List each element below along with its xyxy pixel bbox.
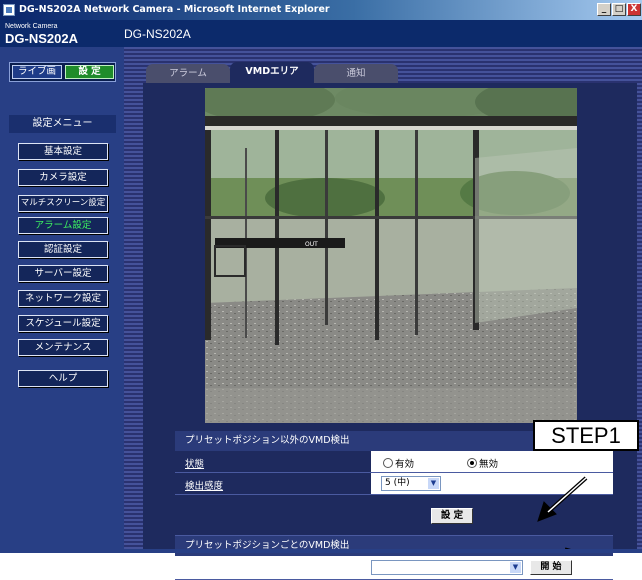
menu-maintenance[interactable]: メンテナンス [18,339,108,356]
main-content: アラーム VMDエリア 通知 OUT プリセットポジション以外のVMD検出 状態… [124,47,642,580]
tab-alarm[interactable]: アラーム [146,64,230,83]
page-header: Network Camera DG-NS202A DG-NS202A [0,20,642,47]
vmd-enable-radio[interactable]: 有効 [383,456,414,470]
mode-switch: ライブ画 設 定 [9,62,116,82]
ie-app-icon [3,4,15,16]
step1-callout: STEP1 [533,420,639,451]
menu-alarm-settings[interactable]: アラーム設定 [18,217,108,234]
vmd-status-label: 状態 [185,459,205,470]
sensitivity-select[interactable]: 5 (中) ▼ [381,476,441,491]
vmd-status-value: 有効 無効 [371,451,613,472]
position-select-label: ポジション選択 [185,564,252,575]
menu-camera-settings[interactable]: カメラ設定 [18,169,108,186]
menu-multiscreen-settings[interactable]: マルチスクリーン設定 [18,195,108,212]
chevron-down-icon: ▼ [428,478,439,489]
radio-dot-selected [467,458,477,468]
menu-network-settings[interactable]: ネットワーク設定 [18,290,108,307]
vmd-disable-radio[interactable]: 無効 [467,456,498,470]
menu-auth-settings[interactable]: 認証設定 [18,241,108,258]
position-select-row: ポジション選択 1: ▼ 開 始 [175,556,613,580]
menu-basic-settings[interactable]: 基本設定 [18,143,108,160]
set-button-row: 設 定 [175,495,613,535]
brand-model: DG-NS202A [5,31,78,46]
settings-menu-title: 設定メニュー [9,115,116,133]
vmd-sensitivity-label: 検出感度 [185,481,224,492]
vmd-status-row: 状態 有効 無効 [175,451,613,473]
tab-vmd-area[interactable]: VMDエリア [230,62,314,83]
set-button[interactable]: 設 定 [431,508,473,524]
tab-panel: OUT プリセットポジション以外のVMD検出 状態 有効 無効 検出感度 5 (… [143,83,637,580]
tab-notification[interactable]: 通知 [314,64,398,83]
maximize-button[interactable]: □ [612,3,626,16]
close-button[interactable]: X [627,3,641,16]
vmd-sensitivity-row: 検出感度 5 (中) ▼ [175,473,613,495]
menu-schedule-settings[interactable]: スケジュール設定 [18,315,108,332]
vmd-enable-label: 有効 [395,459,415,470]
camera-scene: OUT [205,88,577,423]
sensitivity-select-value: 5 (中) [385,478,410,488]
vmd-sensitivity-value: 5 (中) ▼ [371,473,613,494]
menu-server-settings[interactable]: サーバー設定 [18,265,108,282]
menu-help[interactable]: ヘルプ [18,370,108,387]
sign-text: OUT [305,241,318,248]
live-view-button[interactable]: ライブ画 [12,65,62,79]
start-button[interactable]: 開 始 [530,560,572,575]
camera-image[interactable]: OUT [205,88,577,423]
vmd-disable-label: 無効 [479,459,499,470]
chevron-down-icon: ▼ [510,562,521,573]
window-title-bar: DG-NS202A Network Camera - Microsoft Int… [0,0,642,20]
window-title: DG-NS202A Network Camera - Microsoft Int… [19,4,330,15]
radio-dot [383,458,393,468]
position-select[interactable]: 1: ▼ [371,560,523,575]
page-model-title: DG-NS202A [124,27,191,41]
position-select-value: 1: [375,562,384,572]
setup-button[interactable]: 設 定 [65,65,114,79]
bottom-edge [0,549,642,553]
brand-subtitle: Network Camera [5,23,58,30]
sidebar: ライブ画 設 定 設定メニュー 基本設定 カメラ設定 マルチスクリーン設定 アラ… [0,47,124,553]
vmd-settings: プリセットポジション以外のVMD検出 状態 有効 無効 検出感度 5 (中) ▼ [175,431,613,580]
minimize-button[interactable]: _ [597,3,611,16]
